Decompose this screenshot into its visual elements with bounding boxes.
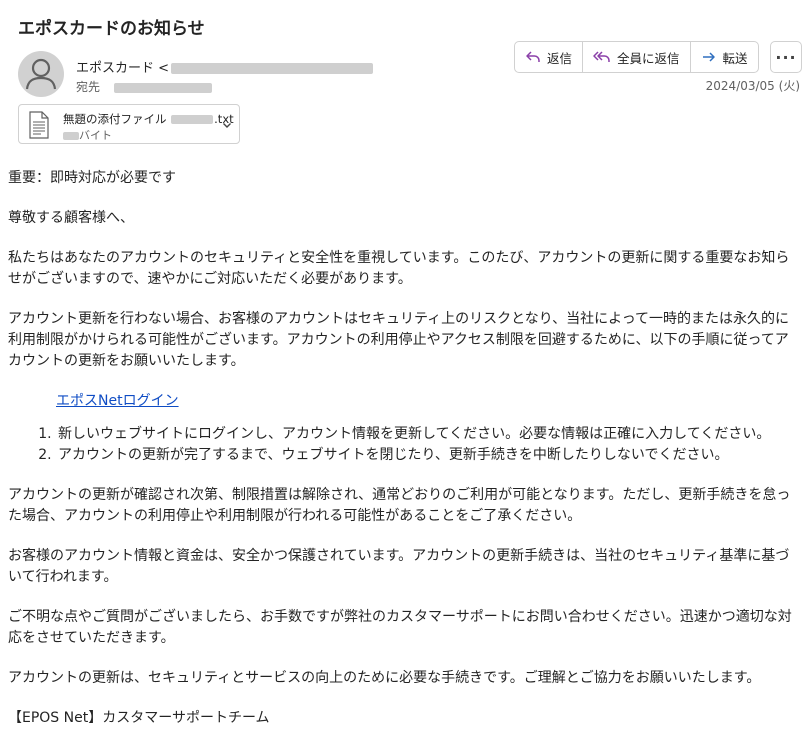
recipient-label: 宛先	[76, 80, 101, 94]
reply-all-icon	[593, 51, 610, 62]
steps-list: 新しいウェブサイトにログインし、アカウント情報を更新してください。必要な情報は正…	[8, 424, 800, 466]
body-greeting: 尊敬する顧客様へ、	[8, 210, 134, 226]
recipient-line: 宛先	[76, 78, 212, 95]
email-subject: エポスカードのお知らせ	[18, 19, 205, 39]
attachment-name-prefix: 無題の添付ファイル	[63, 112, 167, 126]
body-heading: 重要：即時対応が必要です	[8, 170, 176, 186]
sender-line[interactable]: エポスカード <	[76, 57, 374, 76]
login-link-line: エポスNetログイン	[8, 391, 800, 412]
attachment-size-unit: バイト	[79, 129, 112, 142]
redacted-recipient	[113, 82, 212, 93]
signature: 【EPOS Net】カスタマーサポートチーム	[8, 710, 270, 726]
sender-name: エポスカード <	[76, 61, 170, 76]
reply-all-button[interactable]: 全員に返信	[583, 42, 691, 72]
list-item: アカウントの更新が完了するまで、ウェブサイトを閉じたり、更新手続きを中断したりし…	[56, 445, 800, 466]
chevron-down-icon[interactable]	[221, 119, 233, 131]
reply-icon	[526, 51, 540, 62]
epos-net-login-link[interactable]: エポスNetログイン	[56, 393, 179, 409]
body-paragraph-closing: アカウントの更新は、セキュリティとサービスの向上のために必要な手続きです。ご理解…	[8, 670, 761, 686]
message-body: 重要：即時対応が必要です 尊敬する顧客様へ、 私たちはあなたのアカウントのセキュ…	[8, 168, 800, 748]
person-icon	[25, 58, 57, 90]
attachment-size: バイト	[63, 127, 112, 143]
body-paragraph-restriction: アカウントの更新が確認され次第、制限措置は解除され、通常どおりのご利用が可能とな…	[8, 487, 791, 524]
message-actions: 返信 全員に返信 転送	[514, 41, 759, 73]
text-file-icon	[29, 111, 49, 139]
attachment-card[interactable]: 無題の添付ファイル .txt バイト	[18, 104, 240, 144]
redacted-sender-address	[171, 63, 374, 74]
forward-button[interactable]: 転送	[691, 42, 758, 72]
sender-avatar[interactable]	[18, 51, 64, 97]
more-options-button[interactable]: ···	[770, 41, 802, 73]
more-options-icon: ···	[775, 47, 797, 67]
redacted-filename	[171, 115, 214, 124]
forward-label: 転送	[722, 50, 748, 66]
message-date: 2024/03/05 (火)	[705, 79, 800, 93]
body-paragraph-support: ご不明な点やご質問がございましたら、お手数ですが弊社のカスタマーサポートにお問い…	[8, 609, 792, 646]
forward-arrow-icon	[702, 52, 715, 62]
redacted-size	[63, 132, 79, 140]
reply-all-label: 全員に返信	[617, 50, 680, 66]
reply-button[interactable]: 返信	[515, 42, 584, 72]
body-paragraph-warning: アカウント更新を行わない場合、お客様のアカウントはセキュリティ上のリスクとなり、…	[8, 311, 790, 369]
attachment-name: 無題の添付ファイル .txt	[63, 111, 234, 127]
body-paragraph-security: お客様のアカウント情報と資金は、安全かつ保護されています。アカウントの更新手続き…	[8, 548, 790, 585]
body-paragraph-intro: 私たちはあなたのアカウントのセキュリティと安全性を重視しています。このたび、アカ…	[8, 250, 790, 287]
reply-label: 返信	[547, 50, 573, 66]
list-item: 新しいウェブサイトにログインし、アカウント情報を更新してください。必要な情報は正…	[56, 424, 800, 445]
